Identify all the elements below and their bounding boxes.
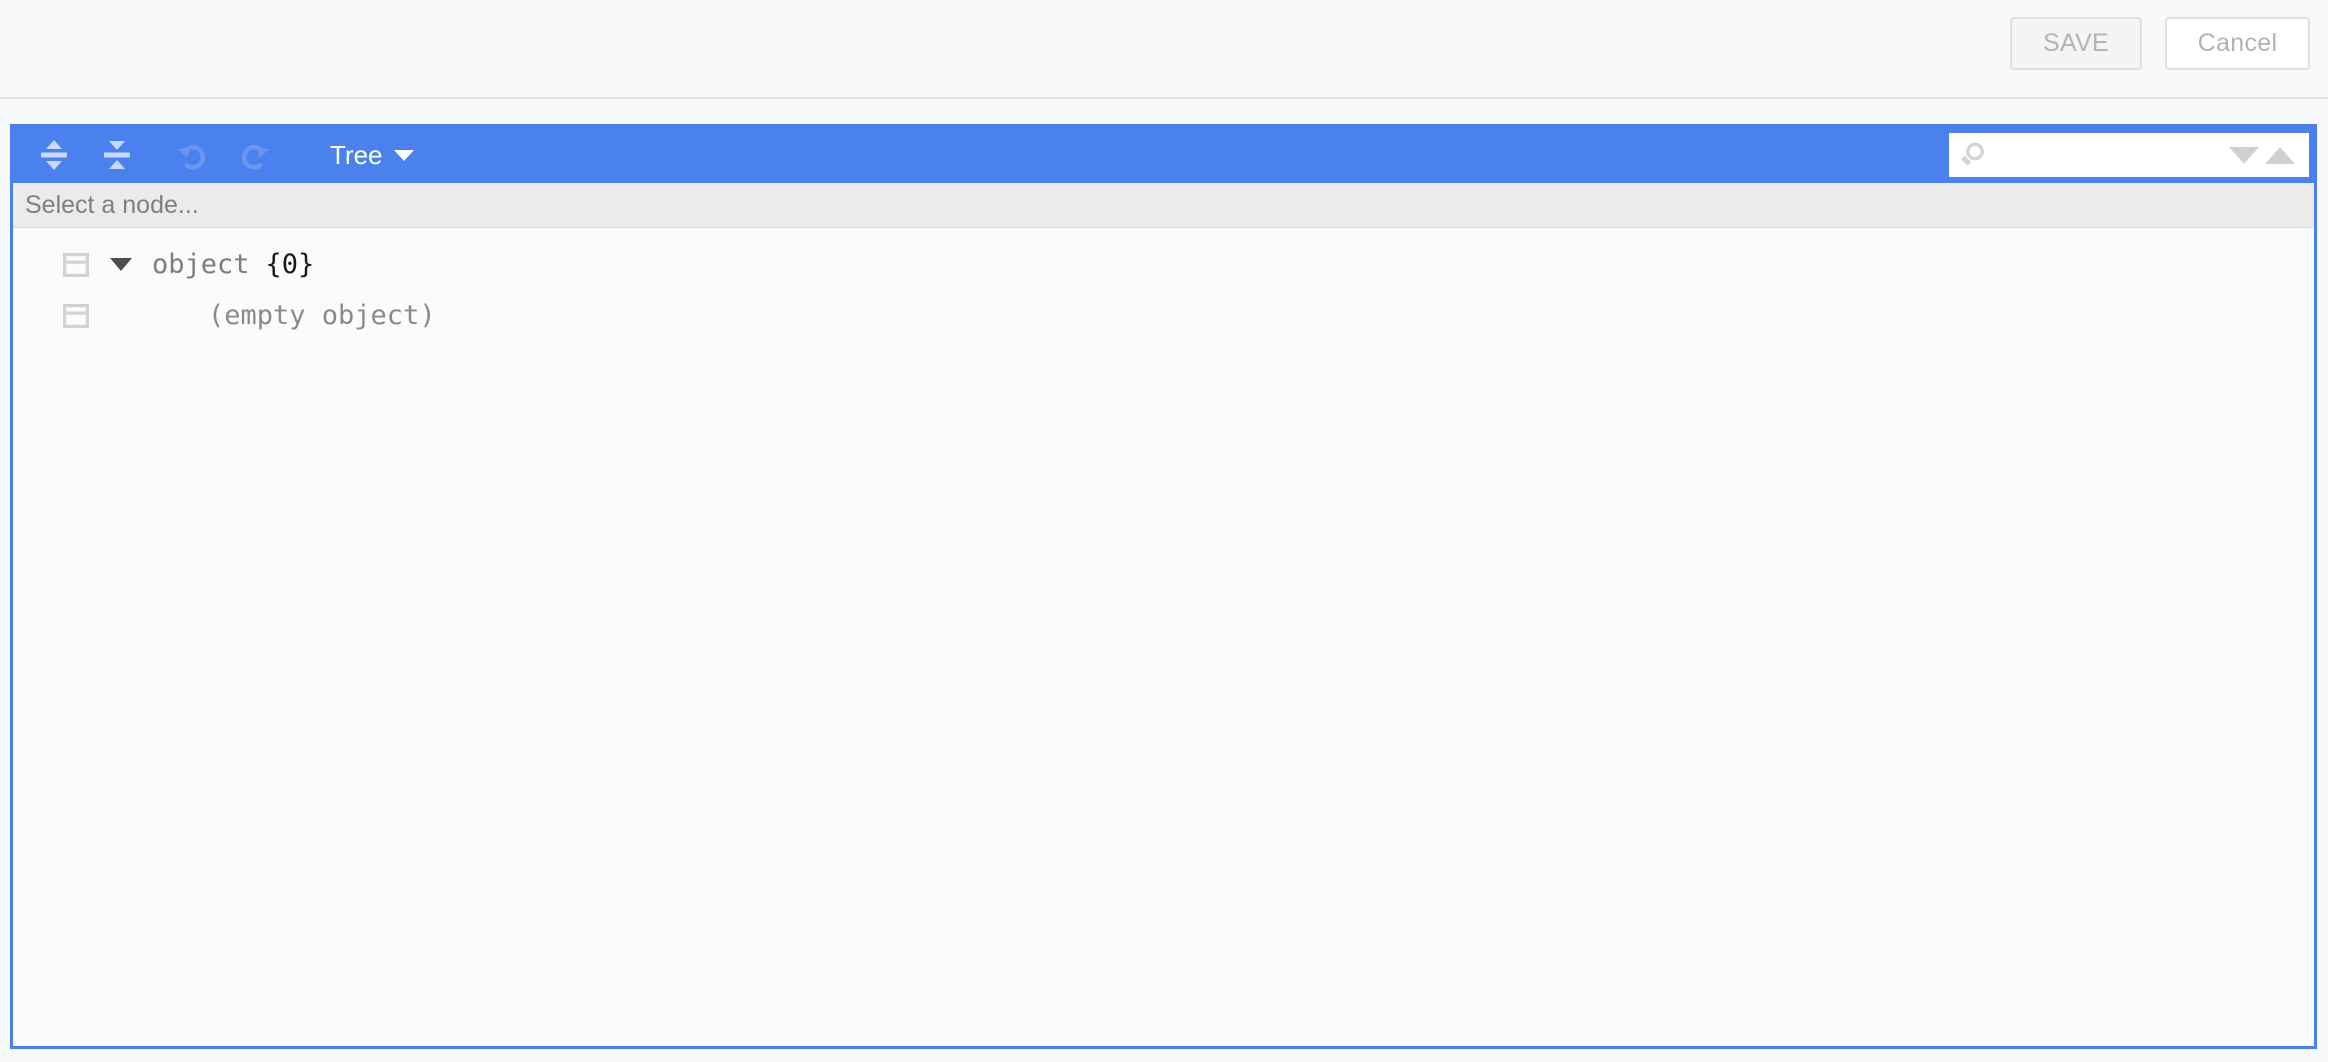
collapse-all-button[interactable] [93,132,140,179]
mode-selector-button[interactable]: Tree [322,133,422,177]
node-field: object [152,249,250,280]
redo-icon [241,145,269,170]
empty-object-label: (empty object) [208,300,436,331]
undo-icon [177,145,205,170]
json-tree: object {0} (empty object) [13,228,2314,1046]
cancel-button[interactable]: Cancel [2165,17,2310,70]
mode-selector-label: Tree [330,139,383,170]
search-box[interactable] [1949,133,2309,177]
drag-handle-icon[interactable] [63,252,89,277]
node-path-bar[interactable]: Select a node... [13,183,2314,228]
editor-toolbar: Tree [13,127,2314,183]
save-button[interactable]: SAVE [2010,17,2142,70]
search-next-button[interactable] [2229,146,2259,164]
collapse-all-icon [103,141,130,169]
redo-button[interactable] [231,132,278,179]
chevron-down-icon [393,149,414,161]
search-input[interactable] [1995,141,2229,169]
drag-handle-icon[interactable] [63,303,89,328]
expand-all-button[interactable] [30,132,77,179]
search-icon [1949,140,1995,170]
table-row[interactable]: object {0} [13,239,2314,290]
action-bar-buttons: SAVE Cancel [2010,17,2310,70]
search-navigation [2229,146,2309,164]
expand-all-icon [40,140,67,170]
table-row[interactable]: (empty object) [13,290,2314,341]
search-previous-button[interactable] [2265,146,2295,164]
json-editor: Tree Select a node... object {0} (empty … [10,124,2317,1049]
expand-toggle[interactable] [106,258,136,271]
node-value: {0} [265,249,315,280]
action-bar: SAVE Cancel [0,0,2328,99]
triangle-down-icon [110,258,132,271]
undo-button[interactable] [168,132,215,179]
